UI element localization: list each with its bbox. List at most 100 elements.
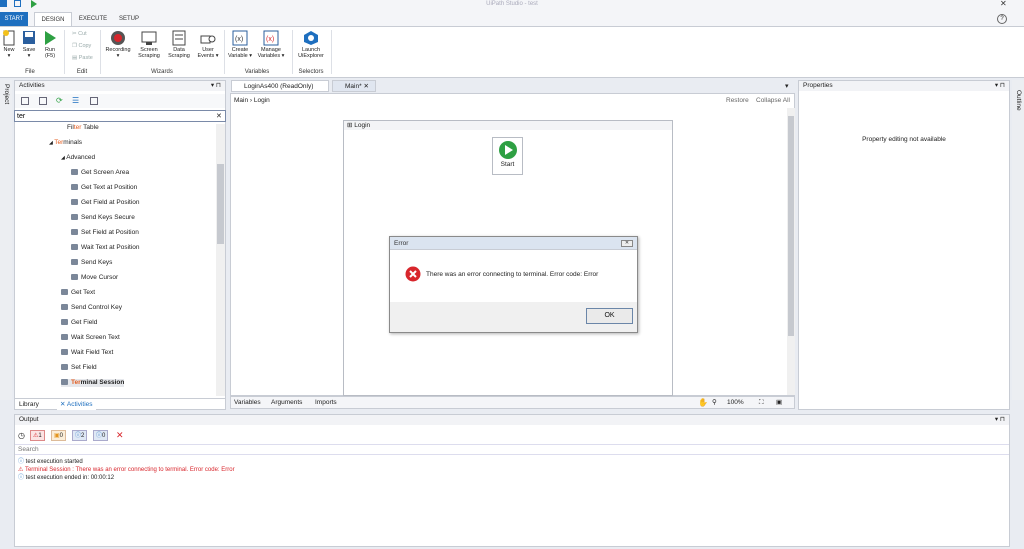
create-variable-button[interactable]: (x) Create Variable ▾ bbox=[226, 30, 254, 59]
pin-icon[interactable]: ▾ ⊓ bbox=[211, 81, 221, 91]
tab-main[interactable]: Main* ✕ bbox=[332, 80, 376, 92]
clear-search-icon[interactable]: ✕ bbox=[216, 112, 222, 120]
warnings-filter[interactable]: ▣0 bbox=[51, 430, 67, 441]
activity-item[interactable]: Wait Screen Text bbox=[61, 334, 120, 342]
user-events-button[interactable]: User Events ▾ bbox=[195, 30, 221, 59]
tab-library[interactable]: Library bbox=[19, 399, 39, 410]
pin-icon[interactable]: ▾ ⊓ bbox=[995, 81, 1005, 91]
activity-item[interactable]: Get Field bbox=[61, 319, 97, 327]
output-log: ⓘ test execution started ⚠ Terminal Sessi… bbox=[18, 458, 998, 482]
activities-search-input[interactable] bbox=[14, 110, 226, 122]
activity-icon bbox=[71, 274, 78, 280]
hand-tool-icon[interactable]: ✋ bbox=[698, 397, 708, 409]
designer-scrollbar[interactable] bbox=[787, 108, 795, 395]
activity-label-suffix: Get Screen Area bbox=[81, 169, 130, 176]
output-line[interactable]: ⓘ test execution ended in: 00:00:12 bbox=[18, 474, 998, 482]
activity-item[interactable]: Move Cursor bbox=[71, 274, 118, 282]
project-side-tab[interactable]: Project bbox=[3, 84, 10, 104]
activity-item[interactable]: Set Field bbox=[61, 364, 97, 372]
start-node[interactable]: Start bbox=[492, 137, 523, 175]
filter-list-icon[interactable]: ☰ bbox=[72, 96, 79, 105]
save-button[interactable]: Save ▾ bbox=[19, 30, 39, 59]
activity-item[interactable]: ◢ Advanced bbox=[61, 154, 95, 162]
quick-save-icon[interactable] bbox=[14, 0, 21, 7]
tab-activities[interactable]: ✕ Activities bbox=[57, 399, 96, 410]
info-count: 2 bbox=[81, 433, 85, 439]
refresh-icon[interactable]: ⟳ bbox=[56, 96, 63, 105]
errors-filter[interactable]: ⚠1 bbox=[30, 430, 45, 441]
favorites-icon[interactable] bbox=[90, 97, 98, 105]
info-filter[interactable]: ⓘ2 bbox=[72, 430, 88, 441]
tab-setup[interactable]: SETUP bbox=[116, 12, 142, 26]
scroll-thumb[interactable] bbox=[788, 116, 794, 336]
dialog-message: There was an error connecting to termina… bbox=[426, 271, 599, 278]
output-line[interactable]: ⓘ test execution started bbox=[18, 458, 998, 466]
activity-item[interactable]: Send Keys Secure bbox=[71, 214, 135, 222]
arguments-tab[interactable]: Arguments bbox=[271, 397, 302, 409]
launch-uiexplorer-button[interactable]: Launch UiExplorer bbox=[294, 30, 328, 59]
activity-item[interactable]: Wait Text at Position bbox=[71, 244, 140, 252]
activity-item[interactable]: Get Screen Area bbox=[71, 169, 129, 177]
start-play-icon bbox=[498, 141, 517, 159]
activity-item[interactable]: Get Field at Position bbox=[71, 199, 140, 207]
dialog-close-icon[interactable]: ✕ bbox=[621, 240, 633, 247]
data-scraping-button[interactable]: Data Scraping bbox=[165, 30, 193, 59]
output-line[interactable]: ⚠ Terminal Session : There was an error … bbox=[18, 466, 998, 474]
activity-item[interactable]: Send Keys bbox=[71, 259, 112, 267]
tab-design[interactable]: DESIGN bbox=[34, 12, 72, 26]
activity-item[interactable]: Filter Table bbox=[67, 124, 99, 132]
output-search-input[interactable] bbox=[15, 444, 1009, 455]
recording-button[interactable]: Recording ▾ bbox=[103, 30, 133, 59]
close-tab-icon[interactable]: ✕ bbox=[363, 83, 368, 90]
breadcrumb-main[interactable]: Main bbox=[234, 97, 248, 104]
help-icon[interactable]: ? bbox=[997, 14, 1007, 24]
variables-tab[interactable]: Variables bbox=[234, 397, 261, 409]
activity-item[interactable]: Get Text at Position bbox=[71, 184, 137, 192]
quick-run-icon[interactable] bbox=[30, 0, 38, 8]
output-header: Output ▾ ⊓ bbox=[15, 415, 1009, 425]
cut-button[interactable]: ✂ Cut bbox=[72, 31, 87, 37]
manage-variables-button[interactable]: (x) Manage Variables ▾ bbox=[256, 30, 286, 59]
zoom-level[interactable]: 100% bbox=[727, 397, 744, 409]
tab-execute[interactable]: EXECUTE bbox=[78, 12, 108, 26]
warnings-count: 0 bbox=[59, 433, 64, 439]
activity-label-suffix: minal Session bbox=[80, 379, 125, 386]
paste-button[interactable]: ▤ Paste bbox=[72, 55, 93, 61]
activity-label-suffix: Move Cursor bbox=[81, 274, 119, 281]
activity-item[interactable]: Get Text bbox=[61, 289, 95, 297]
activity-item[interactable]: Set Field at Position bbox=[71, 229, 139, 237]
activities-scrollbar[interactable] bbox=[216, 124, 225, 396]
trace-filter[interactable]: ⓘ0 bbox=[93, 430, 109, 441]
copy-button[interactable]: ❐ Copy bbox=[72, 43, 91, 49]
new-button[interactable]: New ▾ bbox=[0, 30, 18, 59]
activities-header: Activities ▾ ⊓ bbox=[15, 81, 225, 91]
ok-button[interactable]: OK bbox=[586, 308, 633, 324]
group-divider bbox=[224, 30, 225, 74]
outline-side-tab[interactable]: Outline bbox=[1015, 90, 1022, 111]
output-line-text: test execution ended in: 00:00:12 bbox=[25, 475, 115, 481]
expand-all-icon[interactable] bbox=[21, 97, 29, 105]
output-line-text: test execution started bbox=[25, 459, 83, 465]
zoom-icon[interactable]: ⚲ bbox=[712, 397, 717, 409]
tab-start[interactable]: START bbox=[0, 12, 28, 26]
timestamp-toggle-icon[interactable]: ◷ bbox=[18, 431, 25, 440]
pane-menu-icon[interactable]: ▾ bbox=[785, 82, 789, 90]
tab-login-as400[interactable]: LoginAs400 (ReadOnly) bbox=[231, 80, 329, 92]
activity-item[interactable]: Terminal Session bbox=[61, 379, 125, 387]
clear-output-icon[interactable]: ✕ bbox=[116, 430, 124, 441]
collapse-all-link[interactable]: Collapse All bbox=[756, 97, 790, 104]
pin-icon[interactable]: ▾ ⊓ bbox=[995, 415, 1005, 425]
run-button[interactable]: Run (F5) bbox=[40, 30, 60, 59]
collapse-all-icon[interactable] bbox=[39, 97, 47, 105]
activity-item[interactable]: ◢ Terminals bbox=[49, 139, 82, 147]
restore-link[interactable]: Restore bbox=[726, 97, 749, 104]
screen-scraping-button[interactable]: Screen Scraping bbox=[136, 30, 162, 59]
close-window-icon[interactable]: ✕ bbox=[1000, 0, 1016, 8]
breadcrumb-login[interactable]: Login bbox=[254, 97, 270, 104]
overview-icon[interactable]: ▣ bbox=[776, 397, 782, 409]
activity-item[interactable]: Send Control Key bbox=[61, 304, 122, 312]
imports-tab[interactable]: Imports bbox=[315, 397, 337, 409]
scroll-thumb[interactable] bbox=[217, 164, 224, 244]
activity-item[interactable]: Wait Field Text bbox=[61, 349, 113, 357]
fit-to-screen-icon[interactable]: ⛶ bbox=[759, 397, 764, 409]
